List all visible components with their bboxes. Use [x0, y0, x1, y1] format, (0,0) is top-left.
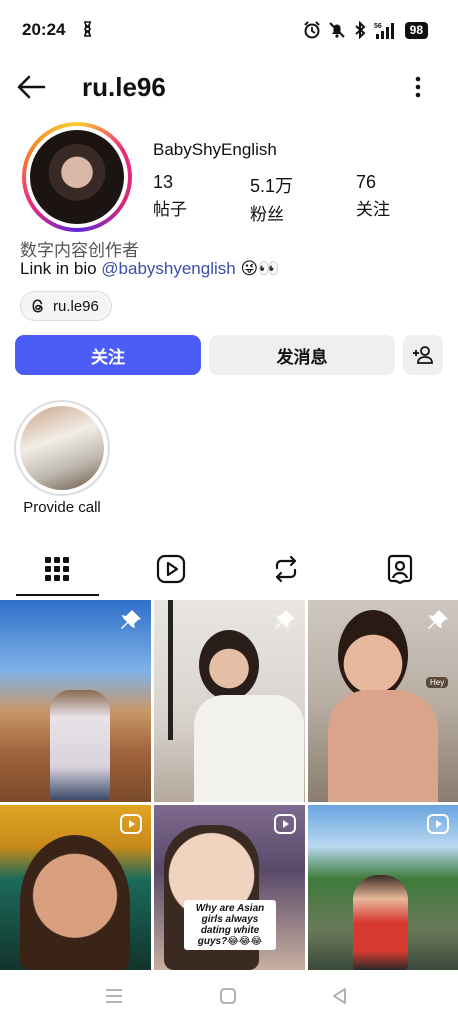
post-thumbnail[interactable]: Hey	[308, 600, 458, 802]
reels-icon	[156, 554, 186, 584]
post-backdrop-line	[168, 600, 173, 740]
highlight-label: Provide call	[23, 499, 101, 516]
post-subject	[199, 630, 259, 700]
avatar	[30, 130, 124, 224]
add-user-icon	[413, 346, 433, 364]
stat-posts-value: 13	[153, 172, 174, 192]
back-triangle-icon[interactable]	[328, 985, 352, 1007]
bluetooth-icon	[354, 21, 366, 39]
status-icons: 56 98	[303, 20, 428, 40]
network-label: 56	[374, 23, 382, 30]
signal-icon: 56	[374, 23, 394, 39]
post-subject	[20, 835, 130, 970]
reel-icon	[274, 814, 296, 834]
stat-following-value: 76	[356, 172, 377, 192]
stat-following-label: 关注	[356, 200, 390, 219]
tab-reposts[interactable]	[229, 540, 343, 598]
home-square-icon[interactable]	[216, 985, 240, 1007]
mute-icon	[328, 22, 345, 38]
suggested-users-button[interactable]	[403, 335, 443, 375]
profile-header: ru.le96	[0, 62, 458, 112]
hourglass-icon	[84, 21, 91, 37]
post-thumbnail[interactable]	[0, 600, 151, 802]
bio-emoji: 😜👀	[240, 259, 280, 279]
posts-grid: Hey Why are Asian girls always dating wh…	[0, 600, 458, 970]
threads-handle: ru.le96	[53, 297, 99, 315]
story-highlight[interactable]	[14, 400, 110, 496]
bio-text: Link in bio	[20, 259, 102, 278]
pin-icon	[121, 610, 141, 629]
more-vertical-icon[interactable]	[408, 74, 428, 100]
active-tab-indicator	[16, 594, 99, 596]
post-subject	[353, 875, 408, 970]
post-subject	[50, 690, 110, 800]
reel-icon	[120, 814, 142, 834]
profile-category: 数字内容创作者	[20, 241, 139, 260]
bio-mention-link[interactable]: @babyshyenglish	[101, 259, 235, 278]
arrow-left-icon[interactable]	[14, 72, 48, 102]
highlight-cover	[20, 406, 104, 490]
battery-indicator: 98	[404, 21, 428, 39]
system-navigation-bar	[0, 970, 458, 1024]
repost-icon	[275, 555, 297, 583]
grid-icon	[45, 557, 69, 581]
alarm-icon	[303, 21, 320, 39]
threads-badge[interactable]: ru.le96	[20, 291, 112, 321]
pin-icon	[428, 610, 448, 629]
profile-username: ru.le96	[82, 72, 166, 102]
post-sticker: Hey	[426, 677, 449, 688]
stat-following[interactable]: 76 关注	[356, 172, 390, 220]
avatar-story-ring[interactable]	[22, 122, 132, 232]
message-button[interactable]: 发消息	[209, 335, 395, 375]
status-bar: 20:24 56 98	[0, 0, 458, 58]
menu-icon[interactable]	[102, 985, 126, 1007]
follow-button[interactable]: 关注	[15, 335, 201, 375]
tab-tagged[interactable]	[343, 540, 457, 598]
stat-followers[interactable]: 5.1万 粉丝	[250, 172, 293, 225]
threads-icon	[32, 299, 43, 313]
tagged-user-icon	[387, 554, 413, 584]
stat-followers-label: 粉丝	[250, 205, 284, 224]
reel-icon	[427, 814, 449, 834]
post-subject	[338, 610, 408, 700]
display-name: BabyShyEnglish	[153, 140, 277, 159]
stat-posts-label: 帖子	[153, 200, 187, 219]
post-subject-body	[194, 695, 304, 802]
post-thumbnail[interactable]	[308, 805, 458, 970]
profile-bio: Link in bio @babyshyenglish 😜👀	[20, 259, 279, 279]
pin-icon	[275, 610, 295, 629]
post-thumbnail[interactable]	[0, 805, 151, 970]
post-subject-body	[328, 690, 438, 802]
tab-posts[interactable]	[0, 540, 114, 598]
post-thumbnail[interactable]: Why are Asian girls always dating white …	[154, 805, 305, 970]
status-time: 20:24	[22, 20, 66, 39]
stat-posts[interactable]: 13 帖子	[153, 172, 187, 220]
stat-followers-value: 5.1万	[250, 176, 294, 196]
profile-tabs	[0, 540, 458, 598]
post-thumbnail[interactable]	[154, 600, 305, 802]
tab-reels[interactable]	[114, 540, 228, 598]
post-caption-overlay: Why are Asian girls always dating white …	[184, 900, 276, 950]
